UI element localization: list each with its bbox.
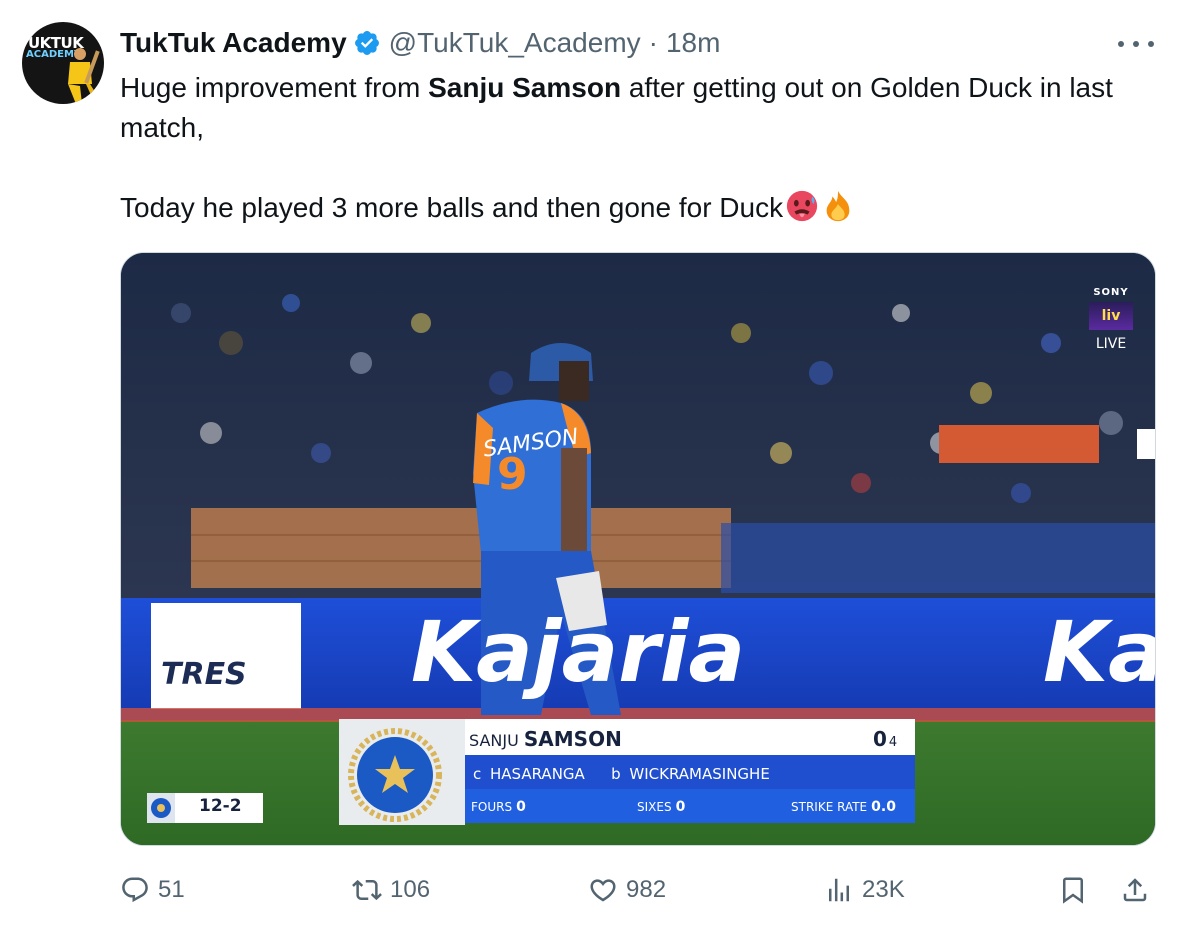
fours-value: 0: [516, 799, 526, 815]
like-heart-icon: [590, 879, 616, 902]
more-dot: [1148, 41, 1154, 47]
tweet-action-bar: 51 106 982 23K: [120, 870, 1160, 910]
sixes-label: SIXES: [637, 800, 672, 814]
live-indicator: LIVE: [1095, 336, 1127, 352]
verified-badge-icon: [354, 31, 379, 55]
text-fragment: Today he played 3 more balls and then go…: [120, 192, 784, 223]
tweet-media-image[interactable]: SONY liv LIVE SAMSON 9 TRES Kajaria Ka S…: [120, 252, 1156, 846]
header-separator: ·: [648, 27, 658, 58]
fours-stat: FOURS 0: [471, 799, 526, 815]
sixes-value: 0: [675, 799, 686, 815]
liv-logo-text: liv: [1101, 308, 1121, 324]
strike-rate-value: 0.0: [871, 799, 896, 815]
strike-rate-label: STRIKE RATE: [791, 800, 868, 814]
reply-icon: [122, 877, 148, 903]
batsman-runs: 04: [873, 727, 897, 751]
more-dot: [1118, 41, 1124, 47]
views-button[interactable]: 23K: [824, 870, 905, 910]
bookmark-button[interactable]: [1058, 870, 1096, 910]
batsman-first-name: SANJU: [469, 731, 519, 750]
batsman-name: SANJU SAMSON: [469, 727, 622, 751]
repost-icon: [352, 879, 382, 901]
ad-board-right-text: Ka: [1043, 603, 1156, 701]
dismissal-info: c HASARANGA b WICKRAMASINGHE: [473, 765, 770, 783]
views-count: 23K: [862, 876, 905, 903]
repost-count: 106: [390, 876, 431, 903]
dismissal-bowler: b WICKRAMASINGHE: [611, 765, 770, 783]
more-options-icon[interactable]: [1118, 34, 1154, 54]
team-score: 12-2: [199, 796, 242, 816]
fire-emoji-icon: [826, 190, 850, 222]
broadcaster-top-text: SONY: [1093, 287, 1129, 298]
liv-logo-icon: liv: [1089, 302, 1133, 330]
fours-label: FOURS: [471, 800, 513, 814]
tweet-text: Huge improvement from Sanju Samson after…: [120, 68, 1170, 228]
tweet-text-line2: Today he played 3 more balls and then go…: [120, 188, 1170, 228]
author-handle[interactable]: @TukTuk_Academy: [389, 27, 641, 59]
reply-button[interactable]: 51: [120, 870, 185, 910]
batsman-last-name: SAMSON: [523, 727, 622, 751]
tweet-text-line1: Huge improvement from Sanju Samson after…: [120, 68, 1170, 148]
share-button[interactable]: [1120, 870, 1158, 910]
mentioned-player-name: Sanju Samson: [428, 72, 622, 103]
avatar-player-figure: [68, 48, 100, 104]
runs-value: 0: [873, 727, 887, 751]
broadcaster-logo: SONY liv LIVE: [1087, 287, 1135, 352]
author-name[interactable]: TukTuk Academy: [120, 27, 347, 59]
ad-board-main-text: Kajaria: [411, 603, 746, 701]
ad-board-left-text: TRES: [161, 657, 247, 692]
share-icon: [1123, 878, 1147, 902]
tweet-header: TukTuk Academy @TukTuk_Academy · 18m: [120, 26, 720, 60]
jersey-number: 9: [497, 449, 528, 500]
balls-value: 4: [888, 735, 898, 750]
reply-count: 51: [158, 876, 185, 903]
like-count: 982: [626, 876, 667, 903]
strike-rate-stat: STRIKE RATE 0.0: [791, 799, 896, 815]
author-avatar[interactable]: UKTUK ACADEMY: [22, 22, 104, 104]
like-button[interactable]: 982: [588, 870, 666, 910]
bookmark-icon: [1063, 877, 1083, 904]
sixes-stat: SIXES 0: [637, 799, 685, 815]
tweet-timestamp[interactable]: 18m: [666, 27, 720, 59]
hot-face-emoji-icon: [786, 190, 818, 222]
views-chart-icon: [829, 878, 849, 902]
more-dot: [1133, 41, 1139, 47]
dismissal-caught: c HASARANGA: [473, 765, 585, 783]
text-fragment: Huge improvement from: [120, 72, 429, 103]
repost-button[interactable]: 106: [352, 870, 430, 910]
